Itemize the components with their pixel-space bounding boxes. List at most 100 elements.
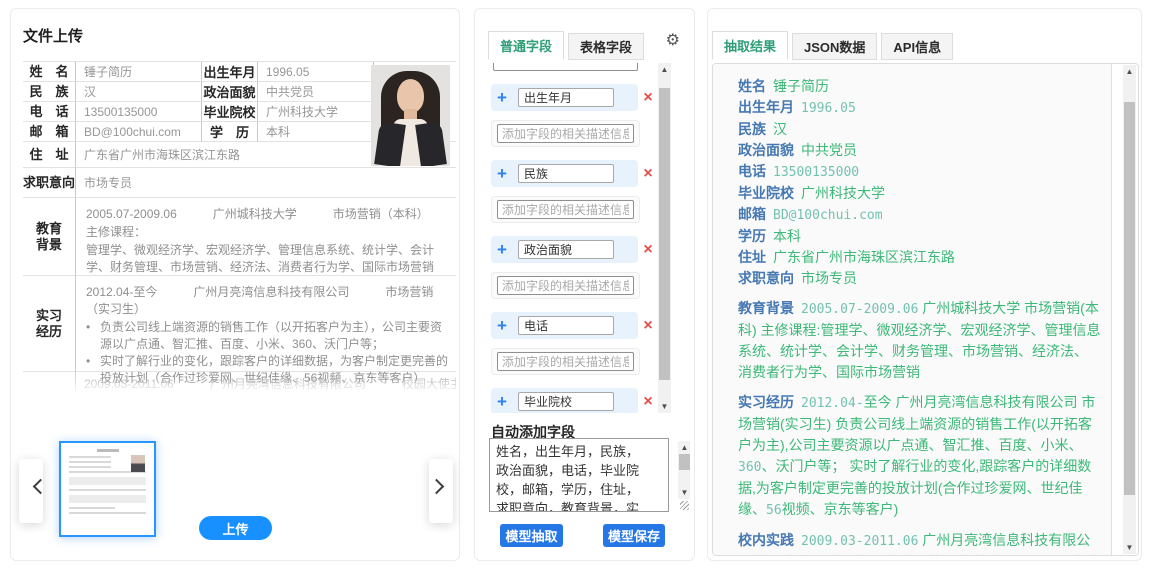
add-field-icon[interactable]: + xyxy=(497,241,512,258)
delete-field-icon[interactable]: × xyxy=(638,90,658,106)
scroll-down-icon[interactable]: ▼ xyxy=(658,400,671,413)
field-label: 出生年月 xyxy=(201,62,258,82)
tab-table-fields[interactable]: 表格字段 xyxy=(568,33,644,60)
field-label: 民 族 xyxy=(23,82,76,102)
scrollbar-thumb[interactable] xyxy=(679,454,690,470)
result-row: 求职意向市场专员 xyxy=(738,268,1101,289)
field-name-input[interactable] xyxy=(518,316,614,335)
field-tabs: 普通字段 表格字段 xyxy=(488,31,644,60)
result-row: 学历本科 xyxy=(738,226,1101,247)
results-panel: 抽取结果 JSON数据 API信息 姓名锤子简历 出生年月1996.05 民族汉… xyxy=(707,8,1142,561)
table-row: 求职意向 市场专员 xyxy=(23,168,456,198)
field-desc-input[interactable] xyxy=(497,352,634,371)
field-item: + × xyxy=(491,312,658,339)
field-desc-input[interactable] xyxy=(497,200,634,219)
result-row: 政治面貌中共党员 xyxy=(738,140,1101,161)
textarea-scrollbar[interactable]: ▲ ▼ xyxy=(678,441,690,499)
result-row: 姓名锤子简历 xyxy=(738,76,1101,97)
result-content: 姓名锤子简历 出生年月1996.05 民族汉 政治面貌中共党员 电话135001… xyxy=(713,64,1112,555)
resume-thumbnail[interactable] xyxy=(59,441,156,537)
scroll-up-icon[interactable]: ▲ xyxy=(1123,65,1136,78)
file-upload-panel: 文件上传 姓 名 锤子简历 出生年月 1996.05 民 族 汉 政治面貌 中共… xyxy=(10,8,460,561)
field-item: + × xyxy=(491,236,658,263)
field-item: + × xyxy=(491,388,658,413)
scroll-up-icon[interactable]: ▲ xyxy=(678,441,691,454)
result-row: 住址广东省广州市海珠区滨江东路 xyxy=(738,247,1101,268)
field-list: + × + × + × xyxy=(482,63,660,413)
section-content: 2012.04-至今 广州月亮湾信息科技有限公司 市场营销（实习生） • 负责公… xyxy=(76,276,456,372)
field-item: + × xyxy=(491,160,658,187)
result-row: 邮箱BD@100chui.com xyxy=(738,204,1101,226)
gear-icon[interactable]: ⚙ xyxy=(666,33,680,49)
delete-field-icon[interactable]: × xyxy=(638,394,658,410)
section-label: 教育 背景 xyxy=(23,198,76,276)
field-value: 市场专员 xyxy=(76,168,456,198)
delete-field-icon[interactable]: × xyxy=(638,166,658,182)
scroll-up-icon[interactable]: ▲ xyxy=(658,63,671,76)
result-row: 电话13500135000 xyxy=(738,161,1101,183)
field-desc-input[interactable] xyxy=(497,276,634,295)
result-box: 姓名锤子简历 出生年月1996.05 民族汉 政治面貌中共党员 电话135001… xyxy=(712,63,1139,556)
textarea-resize-handle[interactable] xyxy=(680,501,689,510)
field-value: 1996.05 xyxy=(258,62,373,82)
result-scrollbar[interactable]: ▲ ▼ xyxy=(1123,65,1136,554)
result-row: 出生年月1996.05 xyxy=(738,97,1101,119)
result-row: 毕业院校广州科技大学 xyxy=(738,183,1101,204)
thumbnail-photo xyxy=(131,455,145,472)
field-label: 电 话 xyxy=(23,102,76,122)
tab-normal-fields[interactable]: 普通字段 xyxy=(488,31,564,60)
field-name-input[interactable] xyxy=(518,240,614,259)
field-label: 学 历 xyxy=(201,122,258,142)
field-value: 13500135000 xyxy=(76,102,201,122)
delete-field-icon[interactable]: × xyxy=(638,242,658,258)
field-value: 汉 xyxy=(76,82,201,102)
field-name-input[interactable] xyxy=(518,88,614,107)
field-editor-panel: 普通字段 表格字段 ⚙ + × + × + xyxy=(474,8,695,561)
section-label: 实习 经历 xyxy=(23,276,76,372)
bullet-icon: • xyxy=(86,319,100,353)
add-field-icon[interactable]: + xyxy=(497,89,512,106)
field-item: + × xyxy=(491,84,658,111)
field-name-input[interactable] xyxy=(518,392,614,411)
section-content: 2005.07-2009.06 广州城科技大学 市场营销（本科） 主修课程： 管… xyxy=(76,198,456,276)
scroll-down-icon[interactable]: ▼ xyxy=(1123,541,1136,554)
id-photo xyxy=(371,65,450,166)
table-row-partial: 2009.03-2011.06 广州月亮湾信息科技有限公司 校园大使主席 xyxy=(23,372,456,394)
add-field-icon[interactable]: + xyxy=(497,317,512,334)
field-value: 中共党员 xyxy=(258,82,373,102)
panel-title: 文件上传 xyxy=(23,25,83,46)
add-field-icon[interactable]: + xyxy=(497,393,512,410)
result-tabs: 抽取结果 JSON数据 API信息 xyxy=(712,31,953,60)
field-value: BD@100chui.com xyxy=(76,122,201,142)
auto-add-textarea[interactable]: 姓名，出生年月，民族，政治面貌，电话，毕业院校，邮箱，学历，住址，求职意向，教育… xyxy=(489,438,669,512)
result-row: 教育背景2005.07-2009.06 广州城科技大学 市场营销(本科) 主修课… xyxy=(738,298,1101,383)
scrollbar-thumb[interactable] xyxy=(659,88,670,380)
field-value: 本科 xyxy=(258,122,373,142)
field-label: 政治面貌 xyxy=(201,82,258,102)
field-label: 住 址 xyxy=(23,142,76,168)
clipped-desc-input xyxy=(493,63,638,71)
scroll-down-icon[interactable]: ▼ xyxy=(678,486,691,499)
field-list-scrollbar[interactable]: ▲ ▼ xyxy=(658,63,671,413)
table-row-internship: 实习 经历 2012.04-至今 广州月亮湾信息科技有限公司 市场营销（实习生）… xyxy=(23,276,456,372)
result-row: 实习经历2012.04-至今 广州月亮湾信息科技有限公司 市场营销(实习生) 负… xyxy=(738,392,1101,521)
result-row: 校内实践2009.03-2011.06 广州月亮湾信息科技有限公司 校园大使主席… xyxy=(738,530,1101,555)
table-row-education: 教育 背景 2005.07-2009.06 广州城科技大学 市场营销（本科） 主… xyxy=(23,198,456,276)
result-row: 民族汉 xyxy=(738,119,1101,140)
tab-json-data[interactable]: JSON数据 xyxy=(792,33,877,60)
resume-preview: 姓 名 锤子简历 出生年月 1996.05 民 族 汉 政治面貌 中共党员 电 … xyxy=(23,61,456,394)
model-save-button[interactable]: 模型保存 xyxy=(603,524,665,547)
delete-field-icon[interactable]: × xyxy=(638,318,658,334)
field-value: 锤子简历 xyxy=(76,62,201,82)
add-field-icon[interactable]: + xyxy=(497,165,512,182)
field-name-input[interactable] xyxy=(518,164,614,183)
field-desc-input[interactable] xyxy=(497,124,634,143)
field-value: 广州科技大学 xyxy=(258,102,373,122)
field-label: 求职意向 xyxy=(23,168,76,198)
tab-api-info[interactable]: API信息 xyxy=(881,33,953,60)
upload-button[interactable]: 上传 xyxy=(199,516,272,540)
model-extract-button[interactable]: 模型抽取 xyxy=(500,524,563,547)
partial-text: 2009.03-2011.06 广州月亮湾信息科技有限公司 校园大使主席 xyxy=(76,372,456,394)
scrollbar-thumb[interactable] xyxy=(1124,102,1135,495)
tab-extract-result[interactable]: 抽取结果 xyxy=(712,31,788,60)
